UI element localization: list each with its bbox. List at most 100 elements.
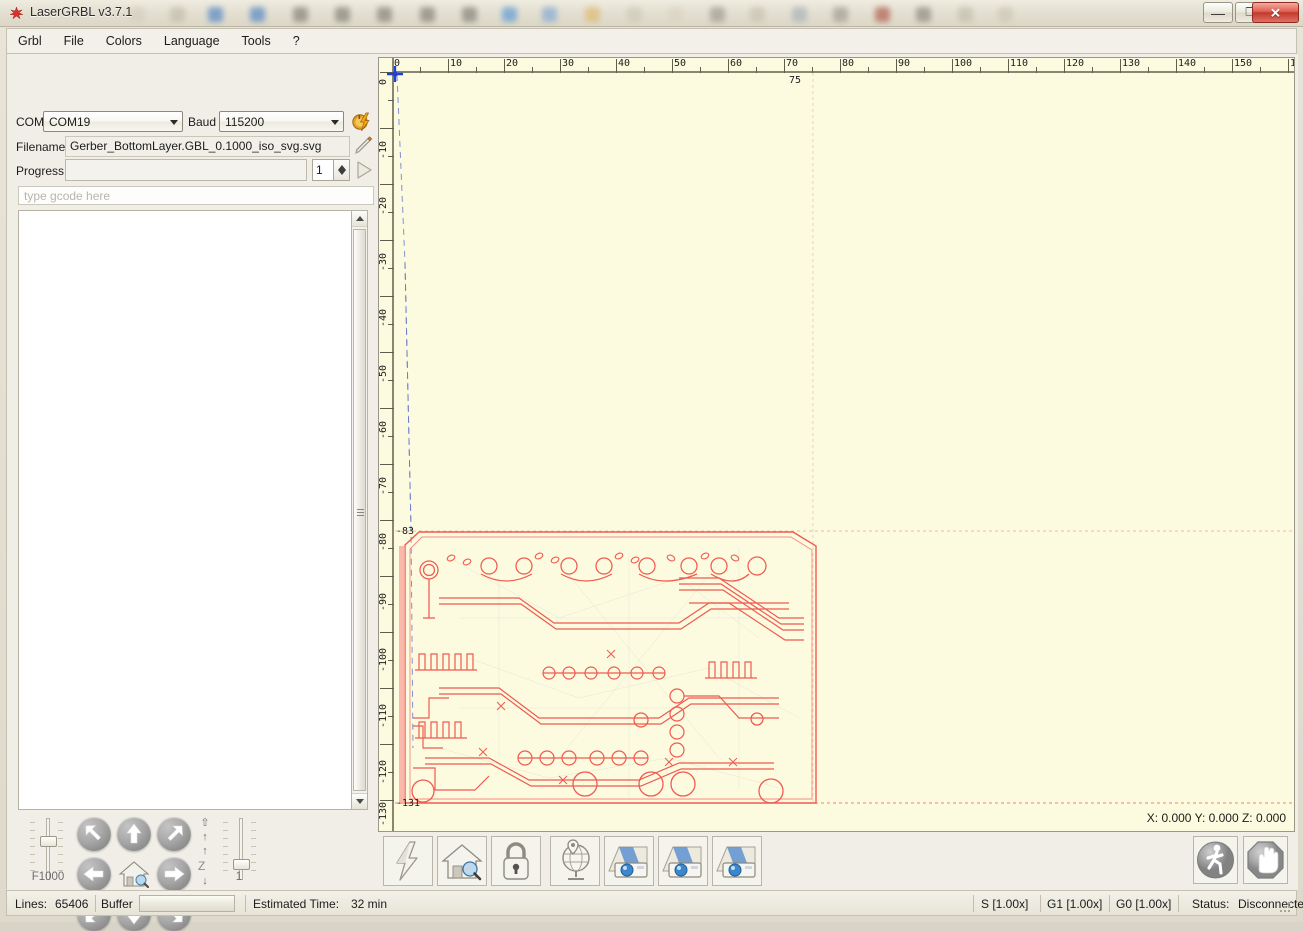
ruler-h-label-130: 130 <box>1122 58 1141 69</box>
bound-label-x: 75 <box>789 75 802 86</box>
progress-label: Progress <box>16 164 65 178</box>
menu-grbl[interactable]: Grbl <box>7 29 53 53</box>
jog-up-left-button[interactable] <box>77 817 111 851</box>
menu-colors[interactable]: Colors <box>95 29 153 53</box>
ruler-h-label-50: 50 <box>674 58 687 69</box>
menu-tools[interactable]: Tools <box>231 29 282 53</box>
ruler-h-label-30: 30 <box>562 58 575 69</box>
close-icon: ✕ <box>1270 5 1281 20</box>
ruler-h-label-160: 160 <box>1290 58 1294 69</box>
arrow-left-icon <box>83 866 104 882</box>
buffer-label: Buffer <box>101 897 133 911</box>
jog-panel: F1000 ⇧ ↑ ↑ Z ↓ 1 <box>18 814 368 931</box>
bound-label-y-bottom: -131 <box>396 798 421 809</box>
preview-panel: 75 -83 -131 0 10 20 30 40 50 60 70 80 90… <box>375 54 1298 890</box>
z-up-fast-icon[interactable]: ⇧ <box>198 818 212 829</box>
g0-override-value[interactable]: G0 [1.00x] <box>1116 897 1171 911</box>
play-icon[interactable] <box>354 160 374 180</box>
photo-camera-icon <box>716 846 756 878</box>
baud-rate-value: 115200 <box>225 115 265 129</box>
frame-button-1[interactable] <box>604 836 654 886</box>
stepper-down-icon[interactable] <box>338 170 346 175</box>
arrow-right-icon <box>164 866 185 882</box>
origin-marker-icon <box>387 66 403 82</box>
console-scrollbar[interactable] <box>351 210 368 810</box>
jog-up-button[interactable] <box>117 817 151 851</box>
estimated-time-value: 32 min <box>351 897 388 911</box>
progress-bar <box>65 159 307 181</box>
step-size-label: 1 <box>235 871 243 883</box>
close-button[interactable]: ✕ <box>1252 2 1299 23</box>
feed-rate-label: F1000 <box>31 871 65 883</box>
arrow-up-left-icon <box>85 825 101 841</box>
step-slider-thumb[interactable] <box>233 859 250 870</box>
ruler-h-label-90: 90 <box>898 58 911 69</box>
repeat-count-input[interactable]: 1 <box>312 159 334 181</box>
background-desktop-icons <box>130 4 1030 26</box>
unlock-alarm-button[interactable] <box>383 836 433 886</box>
scroll-down-button[interactable] <box>352 793 367 809</box>
lightning-bolt-icon <box>396 841 418 881</box>
s-override-value[interactable]: S [1.00x] <box>981 897 1028 911</box>
jog-left-button[interactable] <box>77 857 111 891</box>
ruler-h-label-40: 40 <box>618 58 631 69</box>
home-search-button[interactable] <box>437 836 487 886</box>
application-window: LaserGRBL v3.7.1 — ❐ ✕ Grbl File Colors … <box>0 0 1303 931</box>
ruler-h-label-140: 140 <box>1178 58 1197 69</box>
stop-hand-icon <box>1247 841 1284 879</box>
arrow-up-icon <box>126 823 142 844</box>
padlock-icon <box>503 842 529 880</box>
bound-label-y-top: -83 <box>396 526 415 537</box>
buffer-progress-bar <box>139 895 235 912</box>
home-icon[interactable] <box>117 857 151 891</box>
ruler-h-label-60: 60 <box>730 58 743 69</box>
connection-status-label: Status: <box>1192 897 1230 911</box>
z-up-medium-icon[interactable]: ↑ <box>198 832 212 843</box>
g1-override-value[interactable]: G1 [1.00x] <box>1047 897 1102 911</box>
repeat-count-stepper[interactable] <box>334 159 350 181</box>
menu-language[interactable]: Language <box>153 29 231 53</box>
scroll-up-button[interactable] <box>352 211 367 227</box>
frame-button-3[interactable] <box>712 836 762 886</box>
ruler-v-label-90: -90 <box>378 592 389 611</box>
console-log-area[interactable] <box>18 210 363 810</box>
menu-file[interactable]: File <box>53 29 95 53</box>
menu-help[interactable]: ? <box>282 29 311 53</box>
baud-label: Baud <box>188 115 217 129</box>
globe-pin-icon <box>562 839 590 880</box>
ruler-v-label-130: -130 <box>378 801 389 826</box>
jog-right-button[interactable] <box>157 857 191 891</box>
scroll-down-icon <box>356 799 364 804</box>
com-port-select[interactable]: COM19 <box>43 111 183 132</box>
gcode-preview-canvas[interactable]: 75 -83 -131 0 10 20 30 40 50 60 70 80 90… <box>378 57 1295 832</box>
app-logo-icon <box>10 6 23 20</box>
lock-button[interactable] <box>491 836 541 886</box>
z-up-slow-icon[interactable]: ↑ <box>198 846 212 857</box>
gcode-input[interactable]: type gcode here <box>18 186 374 205</box>
scrollbar-thumb[interactable] <box>353 229 366 791</box>
connect-plug-icon[interactable] <box>350 110 374 134</box>
stop-program-button[interactable] <box>1243 836 1288 884</box>
run-program-button[interactable] <box>1193 836 1238 884</box>
connection-status-value: Disconnected <box>1238 897 1303 911</box>
jog-up-right-button[interactable] <box>157 817 191 851</box>
baud-rate-select[interactable]: 115200 <box>219 111 344 132</box>
chevron-down-icon <box>170 120 178 125</box>
home-search-icon <box>441 844 483 881</box>
set-origin-button[interactable] <box>550 836 600 886</box>
filename-field[interactable]: Gerber_BottomLayer.GBL_0.1000_iso_svg.sv… <box>65 136 350 157</box>
lines-label: Lines: <box>15 897 48 911</box>
ruler-h-label-150: 150 <box>1234 58 1253 69</box>
feed-slider-thumb[interactable] <box>40 836 57 847</box>
frame-button-2[interactable] <box>658 836 708 886</box>
resize-grip[interactable] <box>1280 900 1292 912</box>
pencil-icon[interactable] <box>353 136 374 157</box>
window-title: LaserGRBL v3.7.1 <box>30 5 133 19</box>
preview-toolbar <box>378 836 1295 886</box>
photo-camera-icon <box>662 846 702 878</box>
main-content: COM COM19 Baud 115200 Filename Gerber_Bo… <box>6 53 1298 931</box>
minimize-button[interactable]: — <box>1203 2 1233 23</box>
estimated-time-label: Estimated Time: <box>253 897 340 911</box>
ruler-h-label-80: 80 <box>842 58 855 69</box>
z-down-slow-icon[interactable]: ↓ <box>198 876 212 887</box>
